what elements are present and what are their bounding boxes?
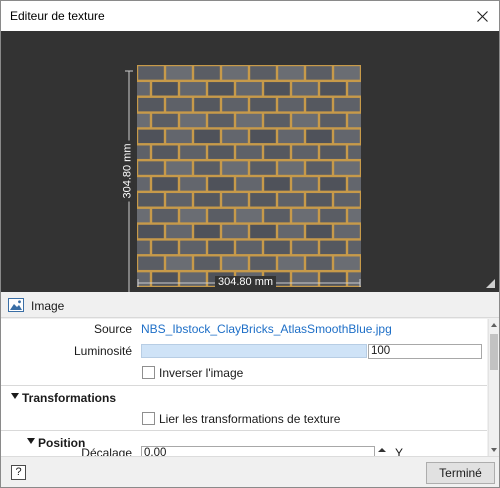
brightness-label: Luminosité: [73, 344, 132, 358]
transformations-group-header[interactable]: Transformations: [1, 385, 487, 409]
collapse-triangle-icon: [11, 393, 19, 399]
invert-image-label: Inverser l'image: [159, 366, 244, 380]
offset-input[interactable]: 0.00: [141, 446, 375, 456]
texture-preview[interactable]: 304.80 mm 304.80 mm: [1, 31, 499, 292]
spinner-icon[interactable]: [377, 446, 387, 456]
properties-panel: Image Source NBS_Ibstock_ClayBricks_Atla…: [1, 292, 499, 456]
image-section-title: Image: [31, 299, 65, 313]
width-dimension-label: 304.80 mm: [215, 276, 277, 288]
close-icon: [476, 10, 488, 22]
collapse-triangle-icon: [27, 438, 35, 444]
image-icon: [8, 298, 24, 312]
title-bar: Editeur de texture: [1, 1, 499, 31]
scroll-thumb[interactable]: [490, 334, 498, 370]
done-button[interactable]: Terminé: [426, 462, 495, 484]
offset-label: Décalage: [81, 446, 132, 456]
resize-grip-icon[interactable]: [486, 279, 495, 288]
brightness-value-field[interactable]: 100: [368, 344, 482, 359]
scroll-up-icon[interactable]: [491, 323, 497, 327]
link-transformations-label: Lier les transformations de texture: [159, 412, 341, 426]
brick-texture: [137, 65, 361, 287]
image-section-header: Image: [1, 292, 499, 318]
scroll-down-icon[interactable]: [491, 448, 497, 452]
properties-grid: Source NBS_Ibstock_ClayBricks_AtlasSmoot…: [1, 319, 487, 456]
invert-image-checkbox[interactable]: [142, 366, 155, 379]
source-link[interactable]: NBS_Ibstock_ClayBricks_AtlasSmoothBlue.j…: [141, 322, 392, 336]
texture-editor-window: Editeur de texture 304.80 mm 304.80 mm I…: [0, 0, 500, 488]
properties-scrollbar[interactable]: [488, 319, 499, 456]
source-label: Source: [93, 322, 132, 336]
window-title: Editeur de texture: [10, 9, 105, 23]
brightness-slider[interactable]: [141, 344, 367, 358]
close-button[interactable]: [465, 1, 499, 31]
transformations-title: Transformations: [22, 391, 117, 405]
offset-axis-label: Y: [395, 446, 404, 456]
dialog-footer: ? Terminé: [1, 456, 499, 487]
height-dimension-label: 304.80 mm: [121, 131, 135, 211]
link-transformations-checkbox[interactable]: [142, 412, 155, 425]
help-button[interactable]: ?: [11, 465, 26, 480]
